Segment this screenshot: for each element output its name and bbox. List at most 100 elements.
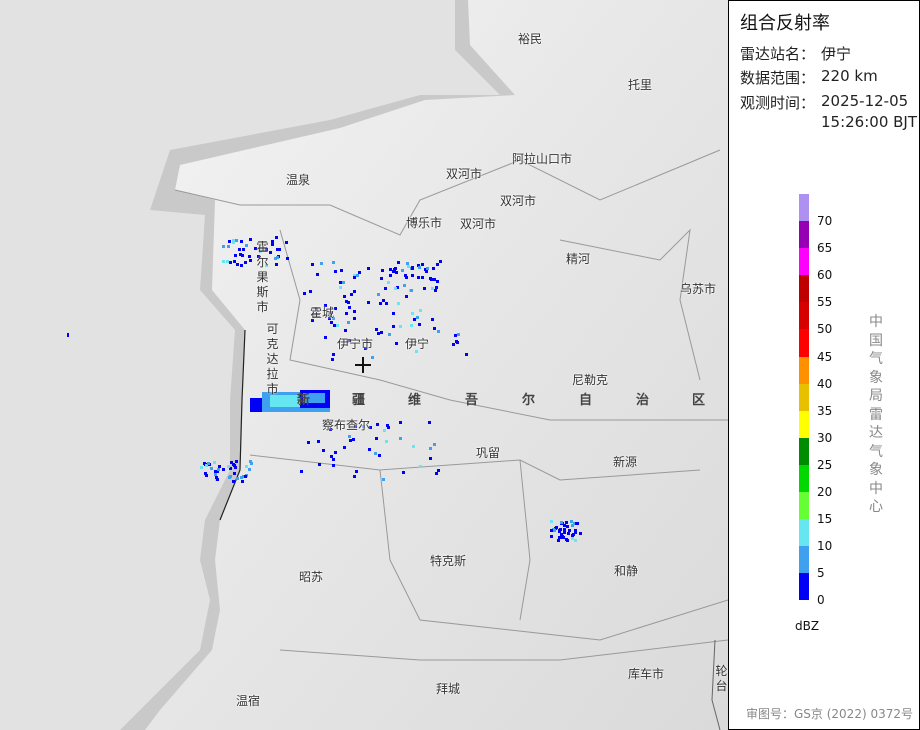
- legend-tick: 50: [817, 322, 833, 337]
- echo-pixel: [245, 465, 248, 468]
- echo-pixel: [214, 470, 217, 473]
- echo-pixel: [412, 445, 415, 448]
- echo-pixel: [433, 327, 436, 330]
- echo-pixel: [411, 266, 414, 269]
- legend-swatch: [799, 464, 809, 493]
- legend-tick: 20: [817, 485, 833, 499]
- echo-pixel: [343, 295, 346, 298]
- echo-pixel: [378, 454, 381, 457]
- city-label: 温宿: [236, 694, 261, 708]
- echo-pixel: [286, 257, 289, 260]
- echo-pixel: [425, 270, 428, 273]
- echo-pixel: [375, 328, 378, 331]
- echo-pixel: [217, 468, 220, 471]
- echo-pixel: [416, 316, 419, 319]
- echo-pixel: [567, 532, 570, 535]
- radar-map[interactable]: 裕民 托里 温泉 双河市 阿拉山口市 双河市 博乐市 双河市 精河 乌苏市 霍城…: [0, 0, 728, 730]
- city-label: 博乐市: [406, 216, 443, 230]
- echo-pixel: [349, 439, 352, 442]
- echo-pixel: [232, 480, 235, 483]
- echo-pixel: [249, 238, 252, 241]
- echo-pixel: [278, 248, 281, 251]
- time-value: 15:26:00 BJT: [821, 113, 918, 131]
- echo-pixel: [275, 263, 278, 266]
- legend-tick: 0: [817, 593, 825, 608]
- map-approval-number: 审图号：GS京 (2022) 0372号: [746, 707, 913, 721]
- echo-pixel: [355, 470, 358, 473]
- echo-pixel: [377, 332, 380, 335]
- echo-pixel: [353, 310, 356, 313]
- echo-pixel: [200, 466, 203, 469]
- echo-pixel: [215, 476, 218, 479]
- date-value: 2025-12-05: [821, 92, 909, 110]
- echo-pixel: [423, 287, 426, 290]
- city-label: 和静: [614, 564, 639, 578]
- echo-pixel: [330, 455, 333, 458]
- echo-pixel: [334, 451, 337, 454]
- echo-pixel: [403, 284, 406, 287]
- echo-pixel: [557, 539, 560, 542]
- echo-pixel: [392, 325, 395, 328]
- echo-pixel: [394, 267, 397, 270]
- legend-tick: 40: [817, 376, 833, 391]
- city-label: 尼勒克: [572, 373, 609, 387]
- echo-pixel: [371, 356, 374, 359]
- echo-pixel: [437, 330, 440, 333]
- echo-pixel: [435, 286, 438, 289]
- echo-pixel: [347, 321, 350, 324]
- echo-pixel: [332, 353, 335, 356]
- echo-pixel: [392, 312, 395, 315]
- echo-pixel: [399, 437, 402, 440]
- echo-pixel: [550, 535, 553, 538]
- echo-pixel: [316, 273, 319, 276]
- echo-pixel: [271, 240, 274, 243]
- legend-tick: 35: [817, 403, 833, 418]
- echo-pixel: [560, 521, 563, 524]
- legend-swatch: [799, 546, 809, 574]
- echo-pixel: [456, 341, 459, 344]
- echo-pixel: [381, 269, 384, 272]
- echo-pixel: [309, 290, 312, 293]
- echo-pixel: [229, 261, 232, 264]
- echo-pixel: [249, 259, 252, 262]
- echo-pixel: [395, 271, 398, 274]
- echo-pixel: [222, 468, 225, 471]
- echo-pixel: [411, 274, 414, 277]
- echo-pixel: [348, 435, 351, 438]
- echo-pixel: [565, 538, 568, 541]
- echo-pixel: [418, 266, 421, 269]
- echo-pixel: [570, 520, 573, 523]
- legend-unit: dBZ: [795, 619, 820, 633]
- echo-pixel: [368, 448, 371, 451]
- echo-pixel: [274, 257, 277, 260]
- echo-pixel: [352, 438, 355, 441]
- echo-pixel: [555, 526, 558, 529]
- echo-pixel: [563, 531, 566, 534]
- echo-pixel: [232, 239, 235, 242]
- legend-swatch: [799, 492, 809, 520]
- echo-pixel: [248, 468, 251, 471]
- echo-pixel: [353, 475, 356, 478]
- echo-pixel: [242, 248, 245, 251]
- echo-pixel: [397, 302, 400, 305]
- echo-pixel: [322, 449, 325, 452]
- echo-pixel: [421, 276, 424, 279]
- echo-pixel: [207, 462, 210, 465]
- echo-pixel: [249, 460, 252, 463]
- echo-pixel: [421, 263, 424, 266]
- echo-pixel: [380, 331, 383, 334]
- echo-pixel: [240, 240, 243, 243]
- echo-pixel: [334, 307, 337, 310]
- echo-pixel: [376, 423, 379, 426]
- echo-pixel: [568, 529, 571, 532]
- echo-pixel: [405, 276, 408, 279]
- echo-pixel: [367, 301, 370, 304]
- echo-pixel: [307, 441, 310, 444]
- echo-pixel: [457, 333, 460, 336]
- echo-pixel: [428, 421, 431, 424]
- echo-pixel: [340, 269, 343, 272]
- city-label: 拜城: [436, 682, 461, 696]
- echo-pixel: [348, 306, 351, 309]
- echo-pixel: [406, 262, 409, 265]
- city-label-vertical: 霍尔果斯市: [256, 240, 269, 314]
